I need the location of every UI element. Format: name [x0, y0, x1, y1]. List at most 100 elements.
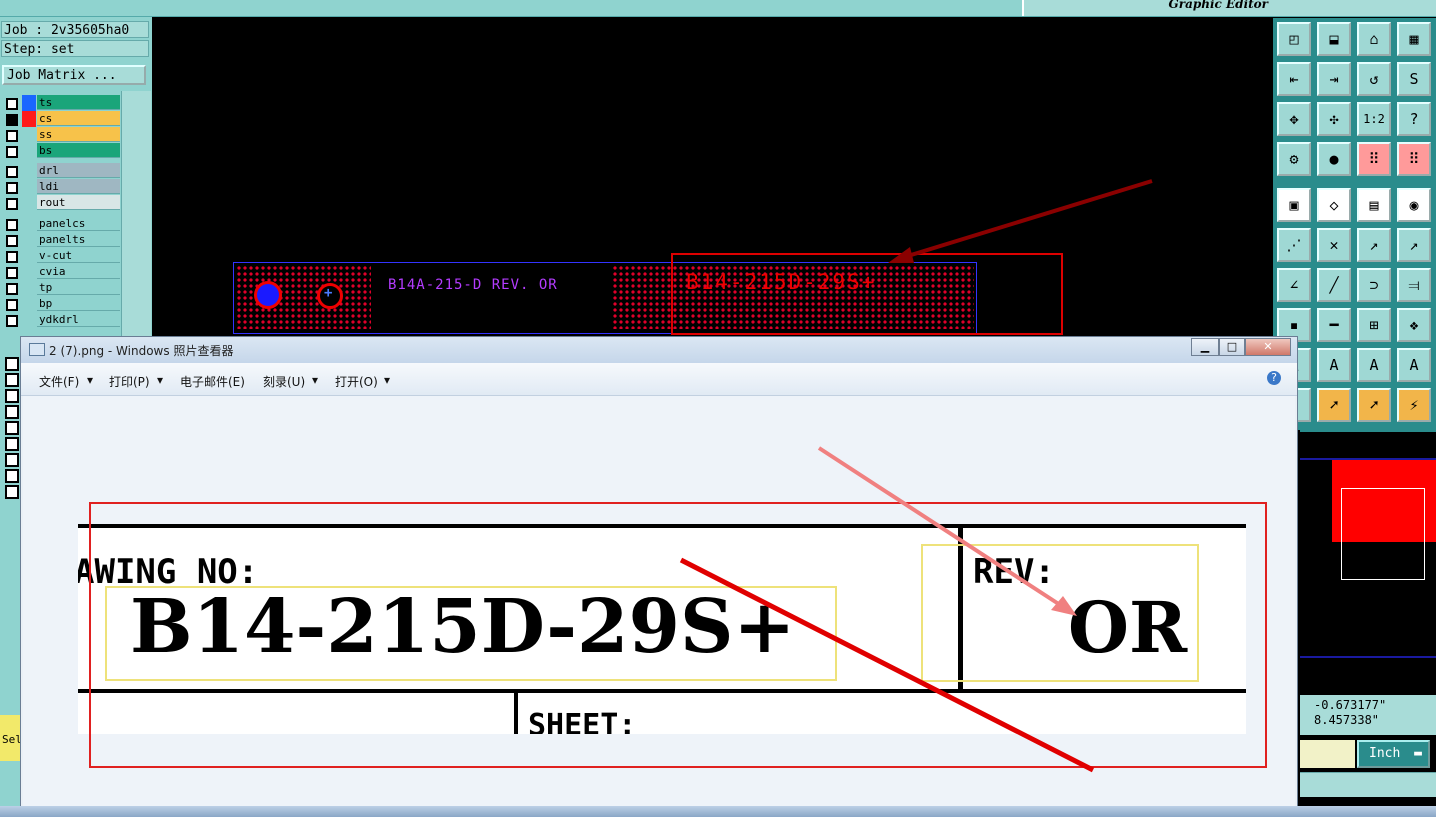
- app-header-right: Graphic Editor: [1022, 0, 1436, 16]
- layer-checkbox[interactable]: [6, 315, 18, 327]
- minimize-button[interactable]: ▁: [1191, 338, 1219, 356]
- arc-button[interactable]: ⊃: [1357, 268, 1391, 302]
- silkscreen-text[interactable]: B14A-215-D REV. OR: [388, 277, 558, 293]
- layer-row-ss[interactable]: ss: [2, 127, 120, 143]
- pointer-button[interactable]: ➚: [1317, 388, 1351, 422]
- layer-row-drl[interactable]: drl: [2, 163, 120, 179]
- layer-row-ydkdrl[interactable]: ydkdrl: [2, 312, 120, 328]
- layer-row-tp[interactable]: tp: [2, 280, 120, 296]
- layer-row-v-cut[interactable]: v-cut: [2, 248, 120, 264]
- layer-checkbox[interactable]: [6, 235, 18, 247]
- layer-down-button[interactable]: ⬓: [1317, 22, 1351, 56]
- layer-checkbox[interactable]: [6, 98, 18, 110]
- layer-checkbox[interactable]: [6, 251, 18, 263]
- selection-panel: Sel: [0, 715, 22, 761]
- layer-checkbox[interactable]: [5, 469, 19, 483]
- layer-color-swatch: [22, 216, 36, 232]
- layer-checkbox[interactable]: [5, 389, 19, 403]
- layer-row-cs[interactable]: cs: [2, 111, 120, 127]
- shape-button[interactable]: ◇: [1317, 188, 1351, 222]
- menu-file[interactable]: 文件(F): [39, 373, 79, 390]
- route-button[interactable]: ⠿: [1357, 142, 1391, 176]
- layer-checkbox[interactable]: [6, 166, 18, 178]
- text-b-button[interactable]: A: [1357, 348, 1391, 382]
- layer-checkbox[interactable]: [5, 421, 19, 435]
- layer-checkbox[interactable]: [5, 437, 19, 451]
- grid-button[interactable]: ▦: [1397, 22, 1431, 56]
- text-c-button[interactable]: A: [1397, 348, 1431, 382]
- unit-selector[interactable]: Inch ▬: [1357, 740, 1430, 768]
- pin-button[interactable]: ●: [1317, 142, 1351, 176]
- settings-button[interactable]: ⚙: [1277, 142, 1311, 176]
- step-label: Step: set: [1, 40, 149, 57]
- zoom-fit-button[interactable]: ✥: [1277, 102, 1311, 136]
- cross-button[interactable]: ✕: [1317, 228, 1351, 262]
- menu-open[interactable]: 打开(O): [335, 373, 378, 390]
- layer-checkbox[interactable]: [6, 130, 18, 142]
- layer-row-panelcs[interactable]: panelcs: [2, 216, 120, 232]
- layer-checkbox[interactable]: [5, 485, 19, 499]
- layer-checkbox[interactable]: [6, 283, 18, 295]
- viewer-title-bar[interactable]: 2 (7).png - Windows 照片查看器 ▁ □ ✕: [21, 337, 1297, 363]
- select-button[interactable]: ▣: [1277, 188, 1311, 222]
- cluster-button[interactable]: ❖: [1397, 308, 1431, 342]
- move-right-button[interactable]: ⇥: [1317, 62, 1351, 96]
- layer-checkbox[interactable]: [5, 405, 19, 419]
- minimap[interactable]: [1300, 430, 1436, 658]
- help-icon[interactable]: ?: [1267, 371, 1281, 385]
- angle-button[interactable]: ∠: [1277, 268, 1311, 302]
- node-button[interactable]: ⋰: [1277, 228, 1311, 262]
- home-button[interactable]: ⌂: [1357, 22, 1391, 56]
- close-button[interactable]: ✕: [1245, 338, 1291, 356]
- layer-checkbox[interactable]: [6, 146, 18, 158]
- fiducial-pad-1[interactable]: [254, 281, 282, 309]
- slash-button[interactable]: ╱: [1317, 268, 1351, 302]
- ruler-button[interactable]: ▤: [1357, 188, 1391, 222]
- bar-button[interactable]: ━: [1317, 308, 1351, 342]
- layer-checkbox[interactable]: [6, 267, 18, 279]
- text-a-button[interactable]: A: [1317, 348, 1351, 382]
- layer-checkbox[interactable]: [5, 453, 19, 467]
- align-button[interactable]: ⫤: [1397, 268, 1431, 302]
- move-left-button[interactable]: ⇤: [1277, 62, 1311, 96]
- menu-email[interactable]: 电子邮件(E): [180, 373, 245, 390]
- menu-burn[interactable]: 刻录(U): [263, 373, 305, 390]
- layer-checkbox[interactable]: [5, 357, 19, 371]
- layer-row-ldi[interactable]: ldi: [2, 179, 120, 195]
- route-alt-button[interactable]: ⠿: [1397, 142, 1431, 176]
- layer-checkbox[interactable]: [6, 198, 18, 210]
- layer-checkbox[interactable]: [6, 182, 18, 194]
- job-matrix-button[interactable]: Job Matrix ...: [2, 65, 146, 85]
- layer-checkbox[interactable]: [5, 373, 19, 387]
- menu-print[interactable]: 打印(P): [109, 373, 150, 390]
- photo-viewer-window[interactable]: 2 (7).png - Windows 照片查看器 ▁ □ ✕ 文件(F) ▾ …: [20, 336, 1298, 817]
- layer-checkbox[interactable]: [6, 299, 18, 311]
- slash-icon: ╱: [1329, 276, 1339, 294]
- layer-row-bs[interactable]: bs: [2, 143, 120, 159]
- pan-button[interactable]: ✣: [1317, 102, 1351, 136]
- layer-row-cvia[interactable]: cvia: [2, 264, 120, 280]
- pad-button[interactable]: ◉: [1397, 188, 1431, 222]
- step-route-button[interactable]: ⚡: [1397, 388, 1431, 422]
- layer-list-scrollbar[interactable]: [121, 91, 151, 351]
- line-button[interactable]: ↗: [1357, 228, 1391, 262]
- layer-up-button[interactable]: ◰: [1277, 22, 1311, 56]
- layer-row-panelts[interactable]: panelts: [2, 232, 120, 248]
- step-button[interactable]: S: [1397, 62, 1431, 96]
- layer-row-rout[interactable]: rout: [2, 195, 120, 211]
- fiducial-pad-2[interactable]: +: [317, 283, 343, 309]
- minimap-viewport[interactable]: [1341, 488, 1425, 580]
- pointer-alt-button[interactable]: ➚: [1357, 388, 1391, 422]
- layer-checkbox[interactable]: [6, 219, 18, 231]
- maximize-button[interactable]: □: [1219, 338, 1245, 356]
- undo-icon: ↺: [1369, 70, 1379, 88]
- help-button[interactable]: ?: [1397, 102, 1431, 136]
- vector-button[interactable]: ↗: [1397, 228, 1431, 262]
- layer-row-bp[interactable]: bp: [2, 296, 120, 312]
- undo-button[interactable]: ↺: [1357, 62, 1391, 96]
- menu-print-arrow-icon: ▾: [157, 373, 164, 387]
- layer-row-ts[interactable]: ts: [2, 95, 120, 111]
- ratio-button[interactable]: 1:2: [1357, 102, 1391, 136]
- measure-button[interactable]: ⊞: [1357, 308, 1391, 342]
- layer-checkbox[interactable]: [6, 114, 18, 126]
